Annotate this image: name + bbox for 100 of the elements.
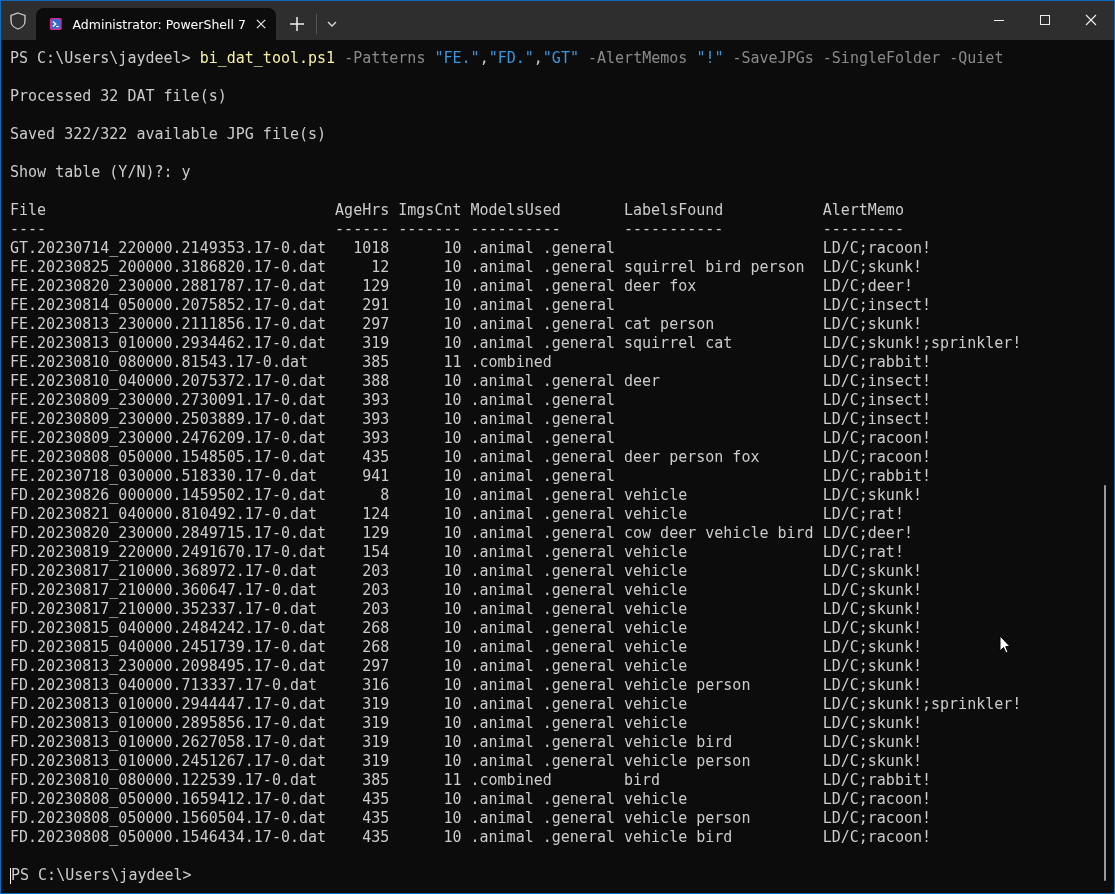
- table-cell: 203: [362, 562, 390, 580]
- table-cell: 10: [443, 714, 462, 732]
- text-cursor: [10, 868, 11, 884]
- table-cell: .animal .general: [470, 657, 615, 675]
- table-cell: .animal .general: [470, 505, 615, 523]
- table-cell: .animal .general: [470, 448, 615, 466]
- close-tab-icon[interactable]: [255, 18, 266, 30]
- table-cell: 385: [362, 353, 390, 371]
- table-cell: .animal .general: [470, 733, 615, 751]
- table-cell: 10: [443, 619, 462, 637]
- table-cell: .animal .general: [470, 714, 615, 732]
- terminal-tab[interactable]: Administrator: PowerShell 7: [36, 8, 276, 40]
- table-cell: 435: [362, 790, 390, 808]
- table-cell: 10: [443, 657, 462, 675]
- table-cell: cat person: [624, 315, 715, 333]
- table-cell: FD.20230817_210000.360647.17-0.dat: [10, 581, 318, 599]
- table-cell: 10: [443, 695, 462, 713]
- table-cell: 10: [443, 676, 462, 694]
- output-message: Show table (Y/N)?: y: [10, 163, 191, 182]
- table-cell: LD/C;skunk!;sprinkler!: [822, 695, 1022, 713]
- table-cell: FE.20230810_040000.2075372.17-0.dat: [10, 372, 327, 390]
- table-cell: FD.20230813_010000.2895856.17-0.dat: [10, 714, 327, 732]
- table-cell: LD/C;insect!: [822, 372, 931, 390]
- table-cell: FE.20230809_230000.2730091.17-0.dat: [10, 391, 327, 409]
- table-cell: .animal .general: [470, 562, 615, 580]
- table-cell: 435: [362, 448, 390, 466]
- table-cell: 11: [443, 771, 462, 789]
- table-cell: 10: [443, 429, 462, 447]
- table-cell: LD/C;skunk!: [822, 315, 922, 333]
- chevron-down-icon[interactable]: [327, 21, 337, 27]
- table-cell: 319: [362, 733, 390, 751]
- table-cell: FE.20230718_030000.518330.17-0.dat: [10, 467, 318, 485]
- table-cell: 10: [443, 277, 462, 295]
- table-cell: vehicle bird: [624, 828, 733, 846]
- table-cell: FD.20230808_050000.1546434.17-0.dat: [10, 828, 327, 846]
- table-cell: vehicle: [624, 486, 688, 504]
- table-cell: FE.20230809_230000.2503889.17-0.dat: [10, 410, 327, 428]
- table-cell: LD/C;skunk!: [822, 581, 922, 599]
- table-cell: 129: [362, 524, 390, 542]
- table-cell: 435: [362, 828, 390, 846]
- header-rule: -----------: [624, 220, 724, 238]
- table-cell: 10: [443, 524, 462, 542]
- mouse-pointer-icon: [999, 635, 1011, 654]
- table-cell: LD/C;racoon!: [822, 809, 931, 827]
- table-cell: 319: [362, 752, 390, 770]
- table-cell: 10: [443, 448, 462, 466]
- table-cell: .animal .general: [470, 695, 615, 713]
- table-cell: vehicle person: [624, 752, 751, 770]
- table-cell: FD.20230820_230000.2849715.17-0.dat: [10, 524, 327, 542]
- table-cell: 268: [362, 638, 390, 656]
- table-cell: .animal .general: [470, 676, 615, 694]
- table-cell: LD/C;insect!: [822, 410, 931, 428]
- table-cell: LD/C;insect!: [822, 296, 931, 314]
- table-cell: FD.20230819_220000.2491670.17-0.dat: [10, 543, 327, 561]
- table-cell: 319: [362, 334, 390, 352]
- table-cell: .animal .general: [470, 372, 615, 390]
- table-cell: LD/C;racoon!: [822, 448, 931, 466]
- table-cell: FD.20230808_050000.1560504.17-0.dat: [10, 809, 327, 827]
- table-cell: LD/C;skunk!: [822, 752, 922, 770]
- table-cell: LD/C;skunk!: [822, 258, 922, 276]
- table-cell: 203: [362, 581, 390, 599]
- table-cell: GT.20230714_220000.2149353.17-0.dat: [10, 239, 327, 257]
- table-cell: vehicle: [624, 562, 688, 580]
- table-cell: squirrel bird person: [624, 258, 805, 276]
- table-cell: FD.20230810_080000.122539.17-0.dat: [10, 771, 318, 789]
- table-cell: LD/C;skunk!: [822, 676, 922, 694]
- table-cell: bird: [624, 771, 661, 789]
- table-cell: 291: [362, 296, 390, 314]
- table-cell: LD/C;rat!: [822, 543, 904, 561]
- table-cell: 129: [362, 277, 390, 295]
- table-cell: FE.20230810_080000.81543.17-0.dat: [10, 353, 308, 371]
- table-cell: LD/C;racoon!: [822, 828, 931, 846]
- table-cell: LD/C;skunk!;sprinkler!: [822, 334, 1022, 352]
- table-cell: cow deer vehicle bird: [624, 524, 814, 542]
- table-cell: FD.20230813_010000.2627058.17-0.dat: [10, 733, 327, 751]
- table-cell: .animal .general: [470, 391, 615, 409]
- table-cell: 11: [443, 353, 462, 371]
- table-cell: .animal .general: [470, 277, 615, 295]
- table-cell: 10: [443, 562, 462, 580]
- table-cell: LD/C;skunk!: [822, 733, 922, 751]
- new-tab-icon[interactable]: [290, 17, 304, 31]
- table-cell: FE.20230808_050000.1548505.17-0.dat: [10, 448, 327, 466]
- table-cell: squirrel cat: [624, 334, 733, 352]
- table-cell: deer: [624, 372, 661, 390]
- table-cell: FD.20230815_040000.2451739.17-0.dat: [10, 638, 327, 656]
- scrollbar-thumb[interactable]: [1104, 485, 1106, 881]
- table-cell: LD/C;racoon!: [822, 239, 931, 257]
- table-cell: 393: [362, 410, 390, 428]
- table-cell: 203: [362, 600, 390, 618]
- table-cell: 10: [443, 410, 462, 428]
- table-cell: 319: [362, 695, 390, 713]
- table-cell: 319: [362, 714, 390, 732]
- table-cell: 10: [443, 600, 462, 618]
- header-rule: ------: [335, 220, 390, 238]
- table-cell: 297: [362, 315, 390, 333]
- shield-icon[interactable]: [10, 12, 26, 30]
- table-cell: LD/C;skunk!: [822, 562, 922, 580]
- table-cell: .animal .general: [470, 524, 615, 542]
- table-cell: .animal .general: [470, 239, 615, 257]
- table-cell: LD/C;skunk!: [822, 657, 922, 675]
